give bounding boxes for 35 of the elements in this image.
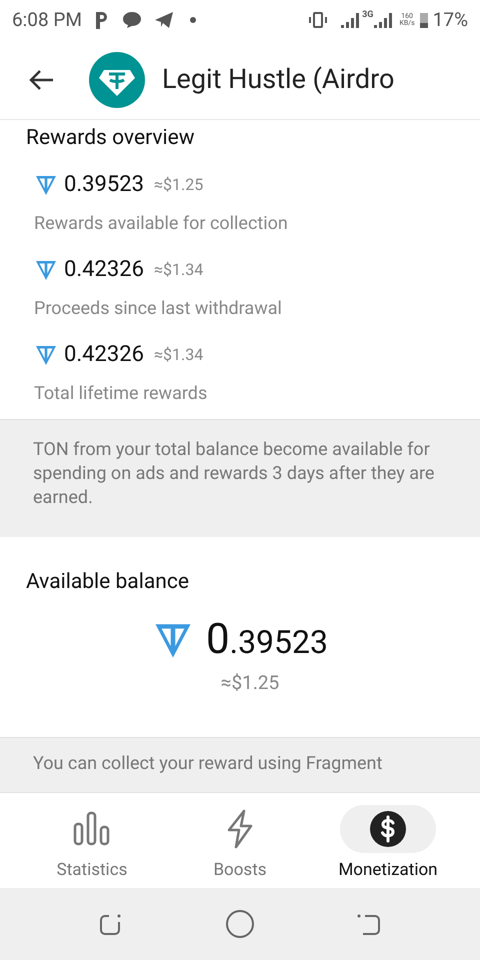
balance-usd: ≈$1.25 [220,670,280,696]
vibrate-icon [308,12,328,28]
reward-usd: ≈$1.34 [154,344,204,366]
telegram-icon [154,11,174,29]
nav-tab[interactable]: Monetization [314,793,462,888]
status-time: 6:08 PM [12,6,82,33]
reward-usd: ≈$1.34 [154,258,204,280]
battery-icon [418,11,429,29]
parking-icon [94,10,110,30]
dollar-icon [369,810,407,848]
section-title: Available balance [26,569,190,596]
dot-icon [190,17,196,23]
reward-amount: 0.39523 [64,171,144,199]
nav-tab[interactable]: Statistics [18,793,166,888]
balance-fraction: .39523 [230,626,328,658]
info-note: You can collect your reward using Fragment [33,752,384,776]
nav-tab[interactable]: Boosts [166,793,314,888]
balance-integer: 0 [206,618,230,660]
reward-label: Rewards available for collection [34,212,289,236]
reward-amount: 0.42326 [64,256,144,284]
channel-avatar [89,52,145,108]
back-icon [29,68,55,90]
info-note: TON from your total balance become available for spending on ads and rewards 3 days after they are earned. [33,438,436,510]
channel-title: Legit Hustle (Airdro [162,62,394,98]
lightning-icon [225,809,255,849]
reward-usd: ≈$1.25 [154,174,204,196]
network-type: 3G [362,9,374,22]
reward-label: Proceeds since last withdrawal [34,297,283,321]
chat-icon [122,11,142,29]
home-icon[interactable] [225,909,255,939]
section-title: Rewards overview [26,125,196,152]
battery-level: 17% [432,6,468,33]
reward-label: Total lifetime rewards [34,382,208,406]
bar-chart-icon [73,810,111,848]
reward-amount: 0.42326 [64,341,144,369]
